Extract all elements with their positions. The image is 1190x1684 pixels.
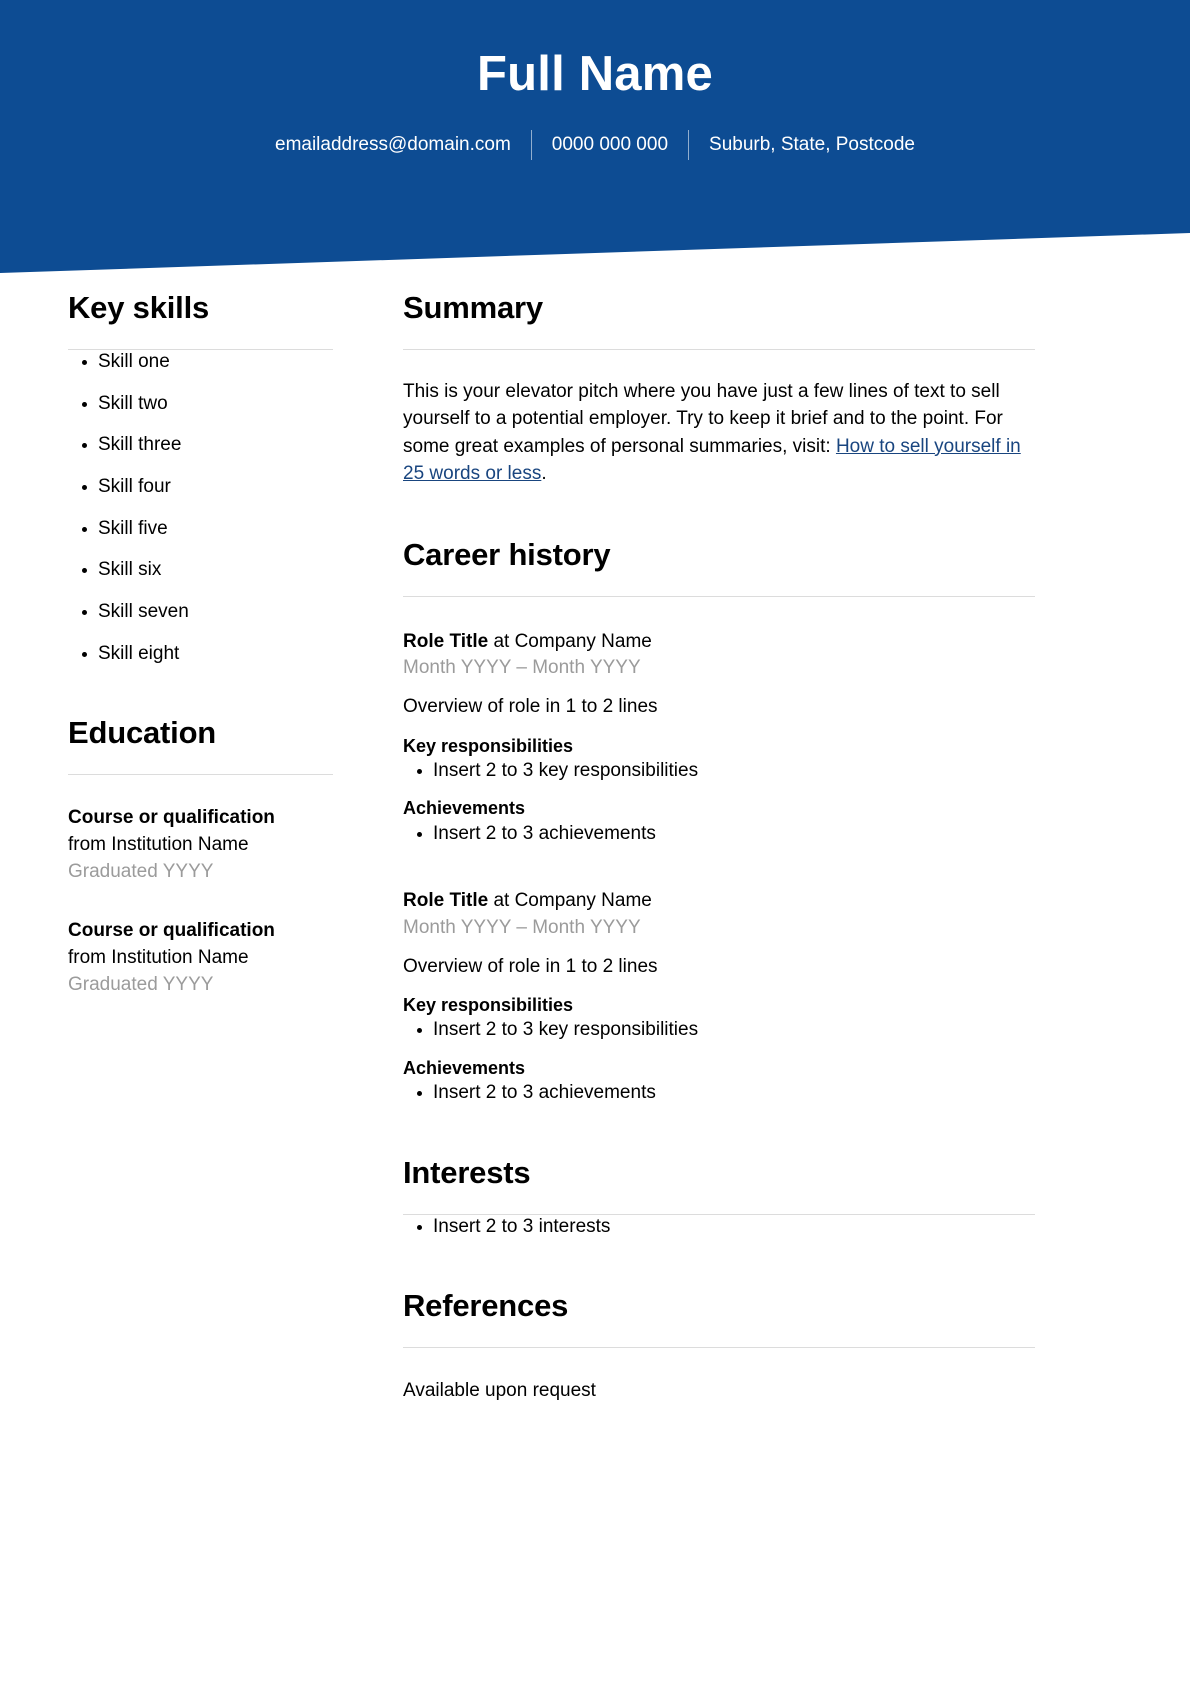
job-company: Company Name <box>514 630 652 652</box>
job-role: Role Title <box>403 630 489 652</box>
job-title-line: Role Title at Company Name <box>403 888 1035 915</box>
list-item: Insert 2 to 3 key responsibilities <box>403 1018 1035 1043</box>
key-skills-heading: Key skills <box>68 290 210 325</box>
list-item: Skill four <box>68 475 333 500</box>
job-company: Company Name <box>514 890 652 912</box>
education-course: Course or qualification <box>68 807 275 829</box>
sidebar-column: Key skills Skill one Skill two Skill thr… <box>68 275 333 999</box>
contact-email[interactable]: emailaddress@domain.com <box>255 134 531 157</box>
job-achievements-list: Insert 2 to 3 achievements <box>403 822 1035 847</box>
education-entry: Course or qualification from Institution… <box>68 805 333 886</box>
job-dates: Month YYYY – Month YYYY <box>403 657 641 679</box>
references-heading: References <box>403 1288 569 1324</box>
job-entry: Role Title at Company Name Month YYYY – … <box>403 629 1035 847</box>
contact-phone[interactable]: 0000 000 000 <box>532 134 688 157</box>
job-achievements-heading: Achievements <box>403 1058 526 1078</box>
job-achievements-list: Insert 2 to 3 achievements <box>403 1081 1035 1106</box>
career-history-divider <box>403 595 1035 597</box>
header-content: Full Name emailaddress@domain.com 0000 0… <box>0 0 1190 161</box>
key-skills-list: Skill one Skill two Skill three Skill fo… <box>68 350 333 667</box>
list-item: Skill seven <box>68 600 333 625</box>
list-item: Insert 2 to 3 key responsibilities <box>403 759 1035 784</box>
career-history-heading: Career history <box>403 537 611 572</box>
education-institution: from Institution Name <box>68 947 249 968</box>
summary-paragraph: This is your elevator pitch where you ha… <box>403 378 1035 488</box>
references-divider <box>403 1347 1035 1349</box>
job-connector: at <box>488 630 515 652</box>
summary-text-after-link: . <box>541 463 547 485</box>
job-connector: at <box>488 890 515 912</box>
references-body: Available upon request <box>403 1380 596 1402</box>
job-overview: Overview of role in 1 to 2 lines <box>403 696 658 717</box>
list-item: Skill two <box>68 392 333 417</box>
list-item: Skill six <box>68 558 333 583</box>
education-graduated: Graduated YYYY <box>68 861 214 883</box>
job-responsibilities-list: Insert 2 to 3 key responsibilities <box>403 759 1035 784</box>
section-career-history: Career history Role Title at Company Nam… <box>403 536 1035 1106</box>
list-item: Skill eight <box>68 642 333 667</box>
job-responsibilities-list: Insert 2 to 3 key responsibilities <box>403 1018 1035 1043</box>
list-item: Insert 2 to 3 achievements <box>403 1081 1035 1106</box>
section-summary: Summary This is your elevator pitch wher… <box>403 289 1035 488</box>
education-institution: from Institution Name <box>68 834 249 856</box>
list-item: Skill five <box>68 517 333 542</box>
interests-list: Insert 2 to 3 interests <box>403 1215 1035 1240</box>
main-column: Summary This is your elevator pitch wher… <box>403 275 1035 1405</box>
contact-row: emailaddress@domain.com 0000 000 000 Sub… <box>0 130 1190 161</box>
list-item: Insert 2 to 3 interests <box>403 1215 1035 1240</box>
list-item: Skill one <box>68 350 333 375</box>
education-course: Course or qualification <box>68 920 275 942</box>
job-overview: Overview of role in 1 to 2 lines <box>403 955 658 977</box>
job-entry: Role Title at Company Name Month YYYY – … <box>403 888 1035 1106</box>
job-role: Role Title <box>403 890 489 912</box>
job-title-line: Role Title at Company Name <box>403 629 1035 656</box>
section-education: Education Course or qualification from I… <box>68 714 333 999</box>
interests-heading: Interests <box>403 1154 531 1190</box>
job-dates: Month YYYY – Month YYYY <box>403 916 641 938</box>
education-heading: Education <box>68 715 217 751</box>
summary-heading: Summary <box>403 290 543 325</box>
resume-header: Full Name emailaddress@domain.com 0000 0… <box>0 0 1190 275</box>
summary-divider <box>403 348 1035 350</box>
resume-body: Key skills Skill one Skill two Skill thr… <box>0 275 1190 1405</box>
section-key-skills: Key skills Skill one Skill two Skill thr… <box>68 289 333 666</box>
list-item: Skill three <box>68 433 333 458</box>
job-responsibilities-heading: Key responsibilities <box>403 735 574 756</box>
education-graduated: Graduated YYYY <box>68 973 214 995</box>
education-divider <box>68 774 333 776</box>
page-title: Full Name <box>477 47 713 101</box>
section-references: References Available upon request <box>403 1287 1035 1404</box>
job-achievements-heading: Achievements <box>403 798 526 819</box>
list-item: Insert 2 to 3 achievements <box>403 822 1035 847</box>
section-interests: Interests Insert 2 to 3 interests <box>403 1154 1035 1240</box>
job-responsibilities-heading: Key responsibilities <box>403 995 574 1016</box>
education-entry: Course or qualification from Institution… <box>68 918 333 999</box>
contact-location: Suburb, State, Postcode <box>709 133 915 155</box>
